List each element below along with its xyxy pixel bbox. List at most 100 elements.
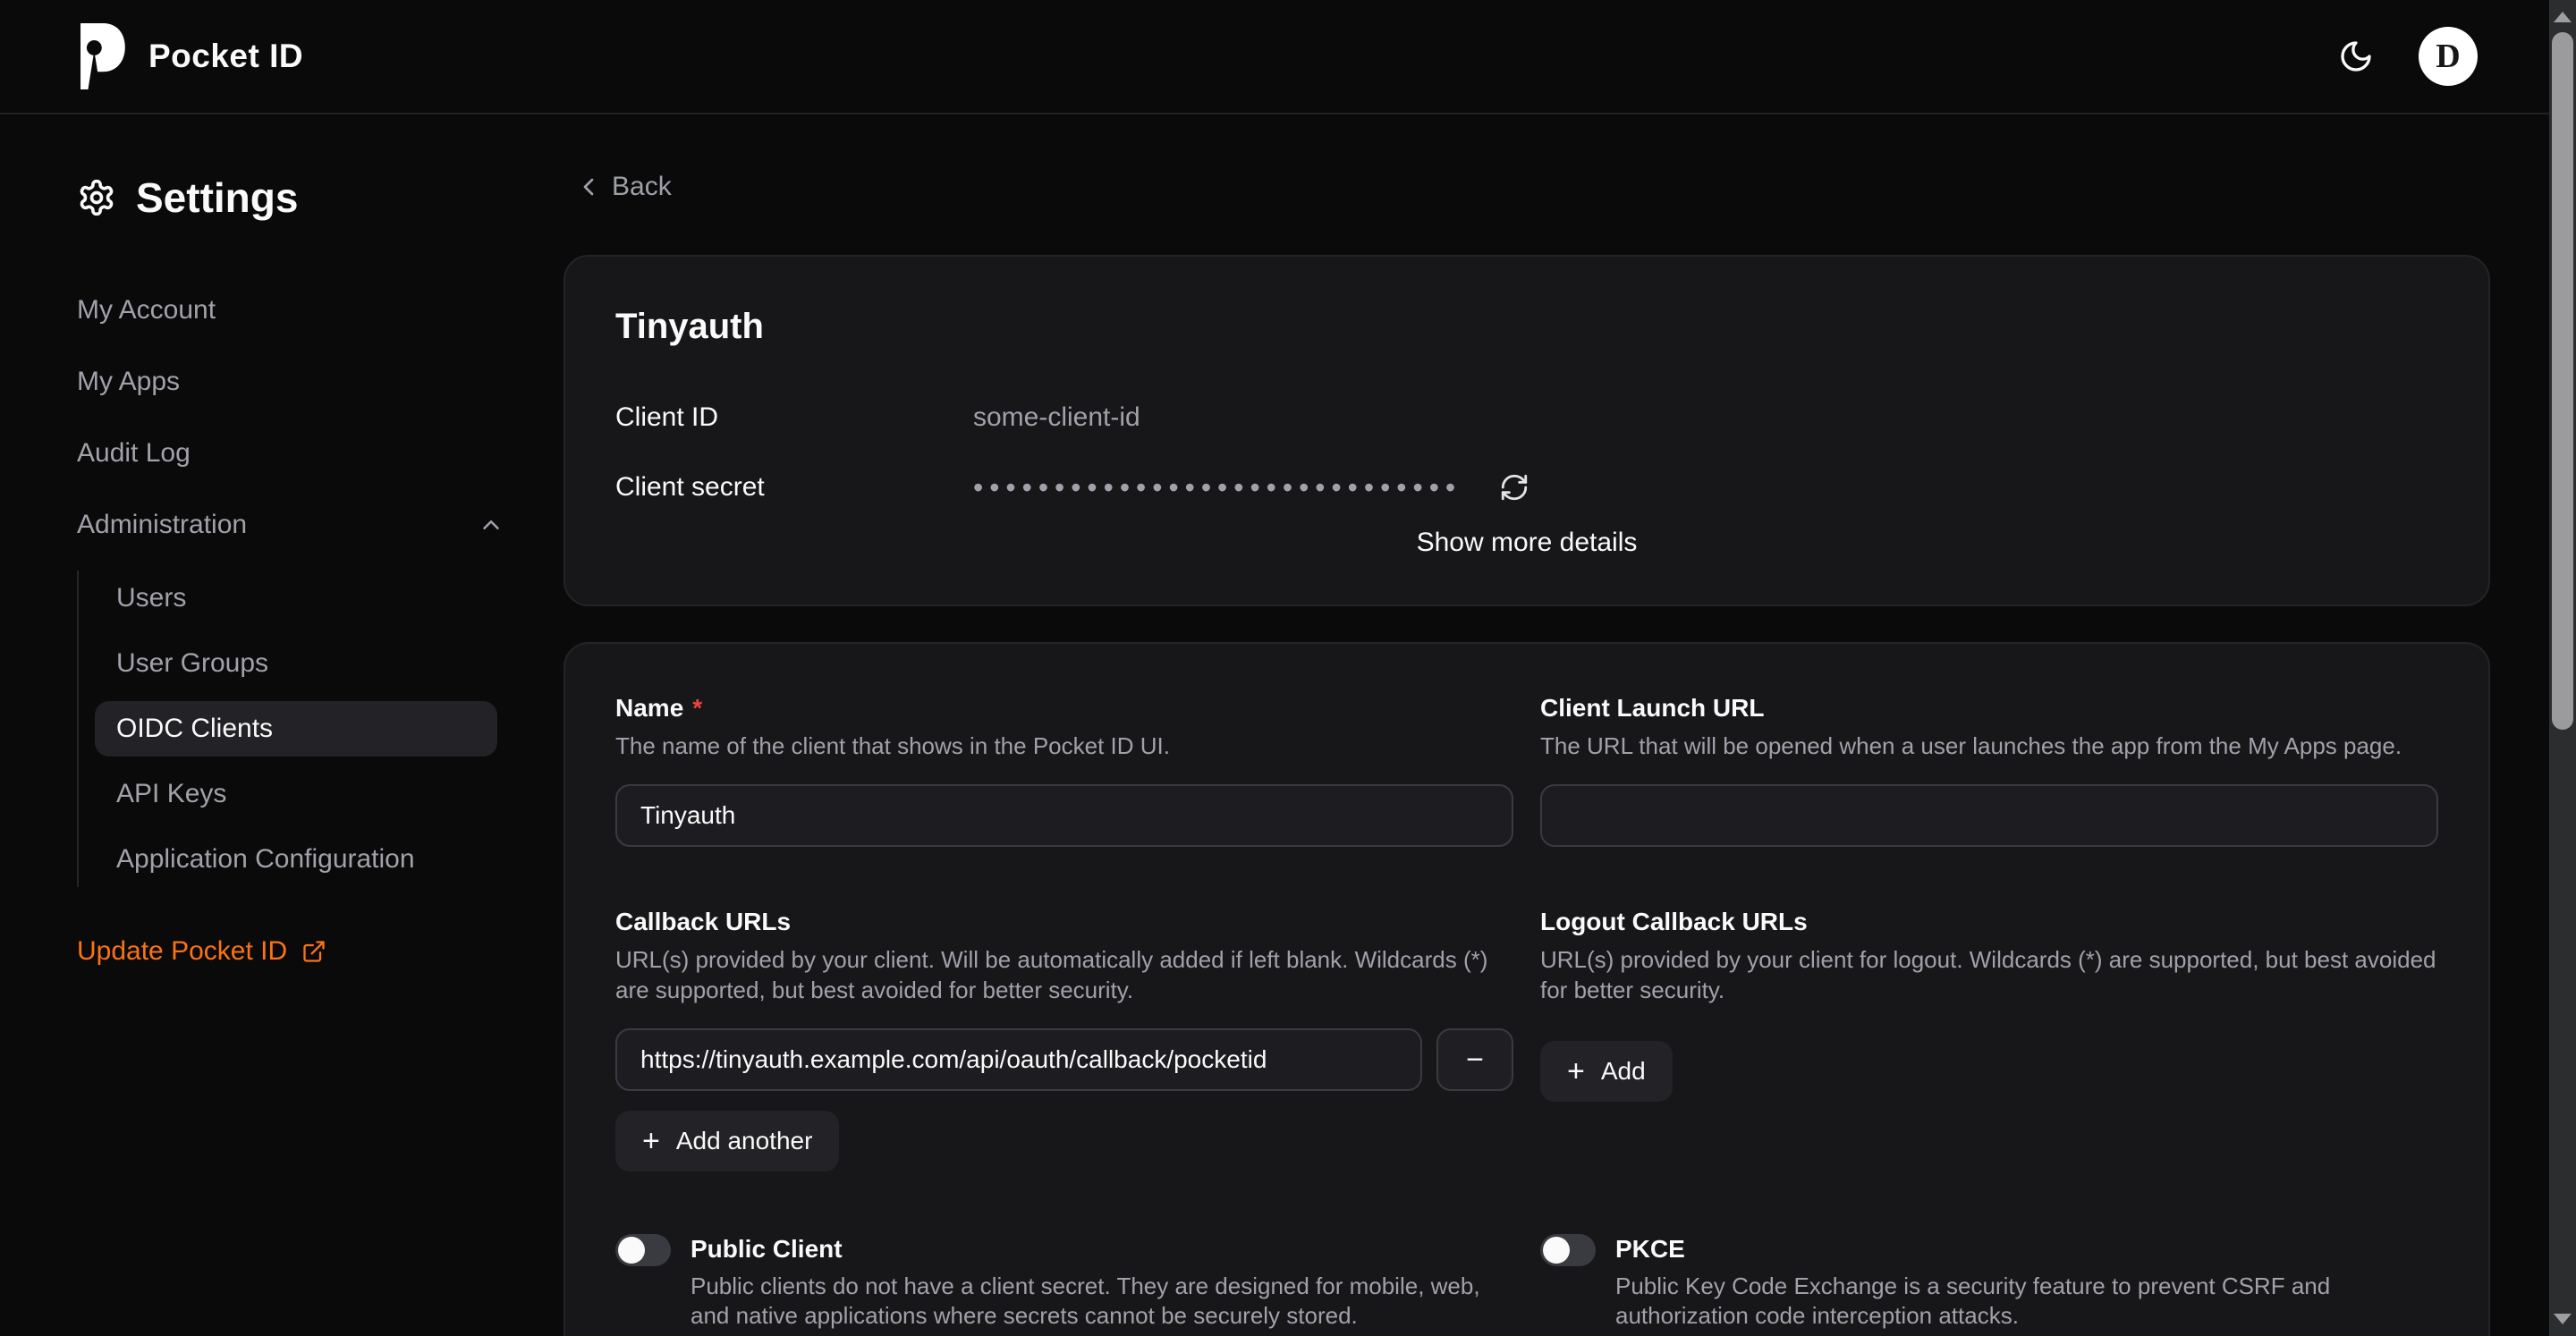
- callback-urls-field-group: Callback URLs URL(s) provided by your cl…: [615, 908, 1513, 1171]
- sidebar-item-label: Administration: [77, 510, 247, 540]
- sidebar-item-user-groups[interactable]: User Groups: [95, 636, 497, 691]
- user-avatar[interactable]: D: [2419, 27, 2478, 86]
- logout-callback-urls-label: Logout Callback URLs: [1540, 908, 1808, 936]
- update-link-label: Update Pocket ID: [77, 936, 287, 967]
- callback-url-row: −: [615, 1028, 1513, 1091]
- back-label: Back: [612, 172, 672, 202]
- sidebar-item-label: My Account: [77, 295, 216, 326]
- back-button[interactable]: Back: [574, 172, 672, 202]
- toggle-knob: [618, 1237, 645, 1264]
- logout-callback-urls-label-row: Logout Callback URLs: [1540, 908, 2438, 936]
- sidebar-item-label: User Groups: [116, 648, 268, 679]
- pkce-toggle[interactable]: [1540, 1234, 1596, 1266]
- name-input[interactable]: [615, 784, 1513, 847]
- public-client-body: Public Client Public clients do not have…: [691, 1232, 1513, 1332]
- logout-callback-urls-description: URL(s) provided by your client for logou…: [1540, 945, 2438, 1005]
- callback-urls-description: URL(s) provided by your client. Will be …: [615, 945, 1513, 1005]
- launch-url-label-row: Client Launch URL: [1540, 694, 2438, 723]
- settings-heading: Settings: [77, 173, 504, 222]
- client-secret-masked: ••••••••••••••••••••••••••••••: [973, 473, 1462, 502]
- name-description: The name of the client that shows in the…: [615, 731, 1513, 761]
- pkce-field-group: PKCE Public Key Code Exchange is a secur…: [1540, 1232, 2438, 1332]
- pkce-description: Public Key Code Exchange is a security f…: [1615, 1272, 2438, 1332]
- page-scrollbar[interactable]: [2549, 0, 2576, 1336]
- moon-icon: [2338, 38, 2374, 74]
- pkce-label: PKCE: [1615, 1232, 2438, 1266]
- client-secret-label: Client secret: [615, 472, 973, 503]
- sidebar-item-label: Application Configuration: [116, 844, 415, 875]
- administration-subnav: Users User Groups OIDC Clients API Keys …: [77, 571, 504, 887]
- client-form-card: Name * The name of the client that shows…: [564, 642, 2490, 1336]
- launch-url-field-group: Client Launch URL The URL that will be o…: [1540, 694, 2438, 847]
- plus-icon: +: [1567, 1056, 1585, 1087]
- client-id-label: Client ID: [615, 402, 973, 433]
- launch-url-description: The URL that will be opened when a user …: [1540, 731, 2438, 761]
- sidebar-item-application-configuration[interactable]: Application Configuration: [95, 832, 497, 887]
- chevron-up-icon: [478, 512, 504, 538]
- main-panel: Back Tinyauth Client ID some-client-id C…: [564, 114, 2549, 1336]
- sidebar-item-users[interactable]: Users: [95, 571, 497, 626]
- scrollbar-up-arrow[interactable]: [2554, 12, 2572, 22]
- client-id-value: some-client-id: [973, 402, 2438, 433]
- refresh-icon: [1499, 472, 1530, 503]
- external-link-icon: [301, 939, 326, 964]
- scrollbar-down-arrow[interactable]: [2554, 1314, 2572, 1324]
- app-header: Pocket ID D: [0, 0, 2576, 114]
- pocket-id-logo-icon: [77, 23, 125, 89]
- page-content: Settings My Account My Apps Audit Log Ad…: [0, 114, 2549, 1336]
- client-secret-value: ••••••••••••••••••••••••••••••: [973, 472, 2438, 503]
- show-more-wrap: Show more details: [615, 528, 2438, 558]
- remove-callback-url-button[interactable]: −: [1436, 1028, 1513, 1091]
- client-form-grid: Name * The name of the client that shows…: [615, 694, 2438, 1331]
- brand-name: Pocket ID: [148, 38, 303, 75]
- toggle-knob: [1543, 1237, 1570, 1264]
- client-title: Tinyauth: [615, 307, 2438, 347]
- sidebar-title: Settings: [136, 173, 298, 222]
- callback-url-input[interactable]: [615, 1028, 1422, 1091]
- launch-url-input[interactable]: [1540, 784, 2438, 847]
- settings-sidebar: Settings My Account My Apps Audit Log Ad…: [0, 114, 564, 1336]
- sidebar-item-my-account[interactable]: My Account: [77, 284, 504, 336]
- sidebar-item-api-keys[interactable]: API Keys: [95, 766, 497, 822]
- callback-urls-label: Callback URLs: [615, 908, 791, 936]
- public-client-description: Public clients do not have a client secr…: [691, 1272, 1513, 1332]
- name-field-group: Name * The name of the client that shows…: [615, 694, 1513, 847]
- sidebar-item-my-apps[interactable]: My Apps: [77, 356, 504, 408]
- required-asterisk: *: [692, 694, 702, 723]
- sidebar-item-oidc-clients[interactable]: OIDC Clients: [95, 701, 497, 757]
- sidebar-item-label: Users: [116, 583, 186, 613]
- scrollbar-thumb[interactable]: [2552, 32, 2573, 730]
- regenerate-secret-button[interactable]: [1499, 472, 1530, 503]
- logout-callback-urls-field-group: Logout Callback URLs URL(s) provided by …: [1540, 908, 2438, 1171]
- client-secret-row: Client secret ••••••••••••••••••••••••••…: [615, 472, 2438, 503]
- theme-toggle-button[interactable]: [2338, 38, 2374, 74]
- add-another-callback-button[interactable]: + Add another: [615, 1111, 839, 1171]
- brand[interactable]: Pocket ID: [77, 23, 303, 89]
- add-label: Add: [1601, 1057, 1646, 1086]
- pkce-body: PKCE Public Key Code Exchange is a secur…: [1615, 1232, 2438, 1332]
- gear-icon: [77, 178, 116, 217]
- chevron-left-icon: [574, 173, 603, 201]
- add-another-label: Add another: [676, 1127, 813, 1155]
- callback-urls-label-row: Callback URLs: [615, 908, 1513, 936]
- client-summary-card: Tinyauth Client ID some-client-id Client…: [564, 255, 2490, 606]
- show-more-details-button[interactable]: Show more details: [1417, 528, 1638, 558]
- sidebar-item-label: My Apps: [77, 367, 180, 397]
- sidebar-item-audit-log[interactable]: Audit Log: [77, 427, 504, 479]
- sidebar-nav: My Account My Apps Audit Log Administrat…: [77, 284, 504, 887]
- sidebar-item-administration[interactable]: Administration: [77, 499, 504, 551]
- plus-icon: +: [642, 1126, 660, 1156]
- add-logout-callback-button[interactable]: + Add: [1540, 1041, 1673, 1102]
- public-client-field-group: Public Client Public clients do not have…: [615, 1232, 1513, 1332]
- client-id-row: Client ID some-client-id: [615, 402, 2438, 433]
- launch-url-label: Client Launch URL: [1540, 694, 1764, 723]
- sidebar-item-label: Audit Log: [77, 438, 191, 469]
- update-pocket-id-link[interactable]: Update Pocket ID: [77, 936, 326, 967]
- minus-icon: −: [1466, 1044, 1484, 1075]
- name-label-row: Name *: [615, 694, 1513, 723]
- public-client-label: Public Client: [691, 1232, 1513, 1266]
- public-client-toggle[interactable]: [615, 1234, 671, 1266]
- sidebar-item-label: API Keys: [116, 779, 226, 809]
- avatar-letter: D: [2436, 37, 2460, 76]
- sidebar-item-label: OIDC Clients: [116, 714, 273, 744]
